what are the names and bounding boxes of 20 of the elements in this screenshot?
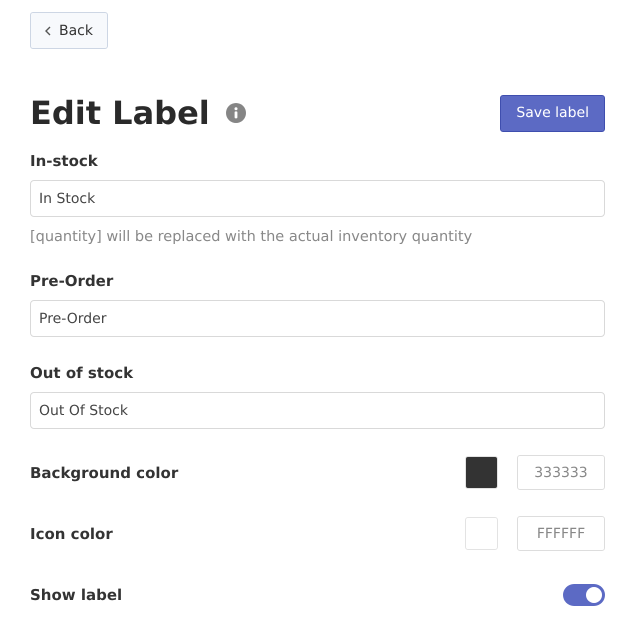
hex-field[interactable]: FFFFFF [517,516,605,551]
toggle-switch[interactable] [563,584,605,606]
field-label: Icon color [30,524,114,542]
text-field[interactable]: In Stock [30,180,605,217]
color-swatch[interactable] [465,517,498,550]
hex-field[interactable]: 333333 [517,455,605,490]
text-field[interactable]: Pre-Order [30,300,605,337]
back-button[interactable]: Back [30,12,108,49]
save-button[interactable]: Save label [500,94,605,132]
color-swatch[interactable] [465,456,498,489]
chevron-left-icon [45,26,51,36]
field-label: Out of stock [30,364,134,382]
info-icon[interactable] [226,103,246,123]
help-text: [quantity] will be replaced with the actual inventory quantity [30,229,474,245]
text-field[interactable]: Out Of Stock [30,392,605,429]
field-label: Show label [30,586,124,604]
page-title: Edit Label [30,94,210,132]
field-label: In-stock [30,152,99,170]
field-label: Background color [30,464,180,482]
field-label: Pre-Order [30,272,114,290]
